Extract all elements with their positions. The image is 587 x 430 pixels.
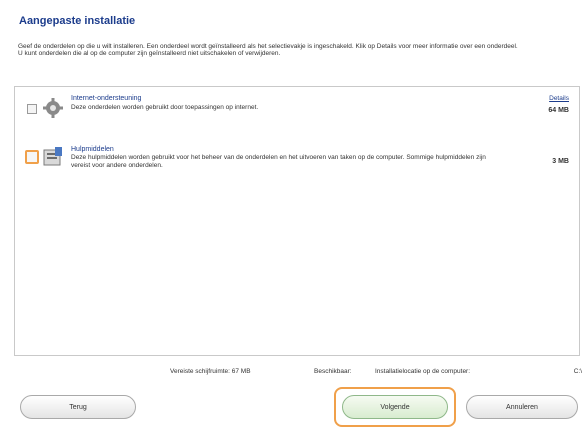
details-link[interactable]: Details [549, 95, 569, 102]
intro-paragraph: U kunt onderdelen die al op de computer … [18, 50, 281, 57]
component-name: Hulpmiddelen [71, 146, 114, 153]
intro-paragraph: Geef de onderdelen op die u wilt install… [18, 43, 518, 50]
required-space: Vereiste schijfruimte: 67 MB [170, 368, 251, 375]
component-description: Deze onderdelen worden gebruikt door toe… [71, 104, 259, 111]
cancel-button[interactable]: Annuleren [466, 395, 578, 419]
custom-install-dialog: Aangepaste installatie Geef de onderdele… [0, 0, 587, 430]
component-checkbox[interactable] [25, 150, 39, 164]
next-button[interactable]: Volgende [342, 395, 448, 419]
component-size: 64 MB [548, 107, 569, 114]
gear-icon [43, 98, 63, 118]
list-item: Internet-ondersteuning Deze onderdelen w… [21, 95, 573, 123]
component-list: Internet-ondersteuning Deze onderdelen w… [14, 86, 580, 356]
available-space: Beschikbaar: [314, 368, 352, 375]
component-name: Internet-ondersteuning [71, 95, 142, 102]
page-title: Aangepaste installatie [19, 15, 136, 27]
install-drive: C:\ [573, 368, 582, 375]
list-item: Hulpmiddelen Deze hulpmiddelen worden ge… [21, 142, 573, 182]
back-button[interactable]: Terug [20, 395, 136, 419]
tools-icon [43, 147, 62, 166]
intro-text: Geef de onderdelen op die u wilt install… [18, 43, 574, 57]
component-checkbox[interactable] [27, 104, 37, 114]
component-size: 3 MB [552, 158, 569, 165]
component-description: Deze hulpmiddelen worden gebruikt voor h… [71, 154, 486, 169]
install-location: Installatielocatie op de computer: [375, 368, 471, 375]
